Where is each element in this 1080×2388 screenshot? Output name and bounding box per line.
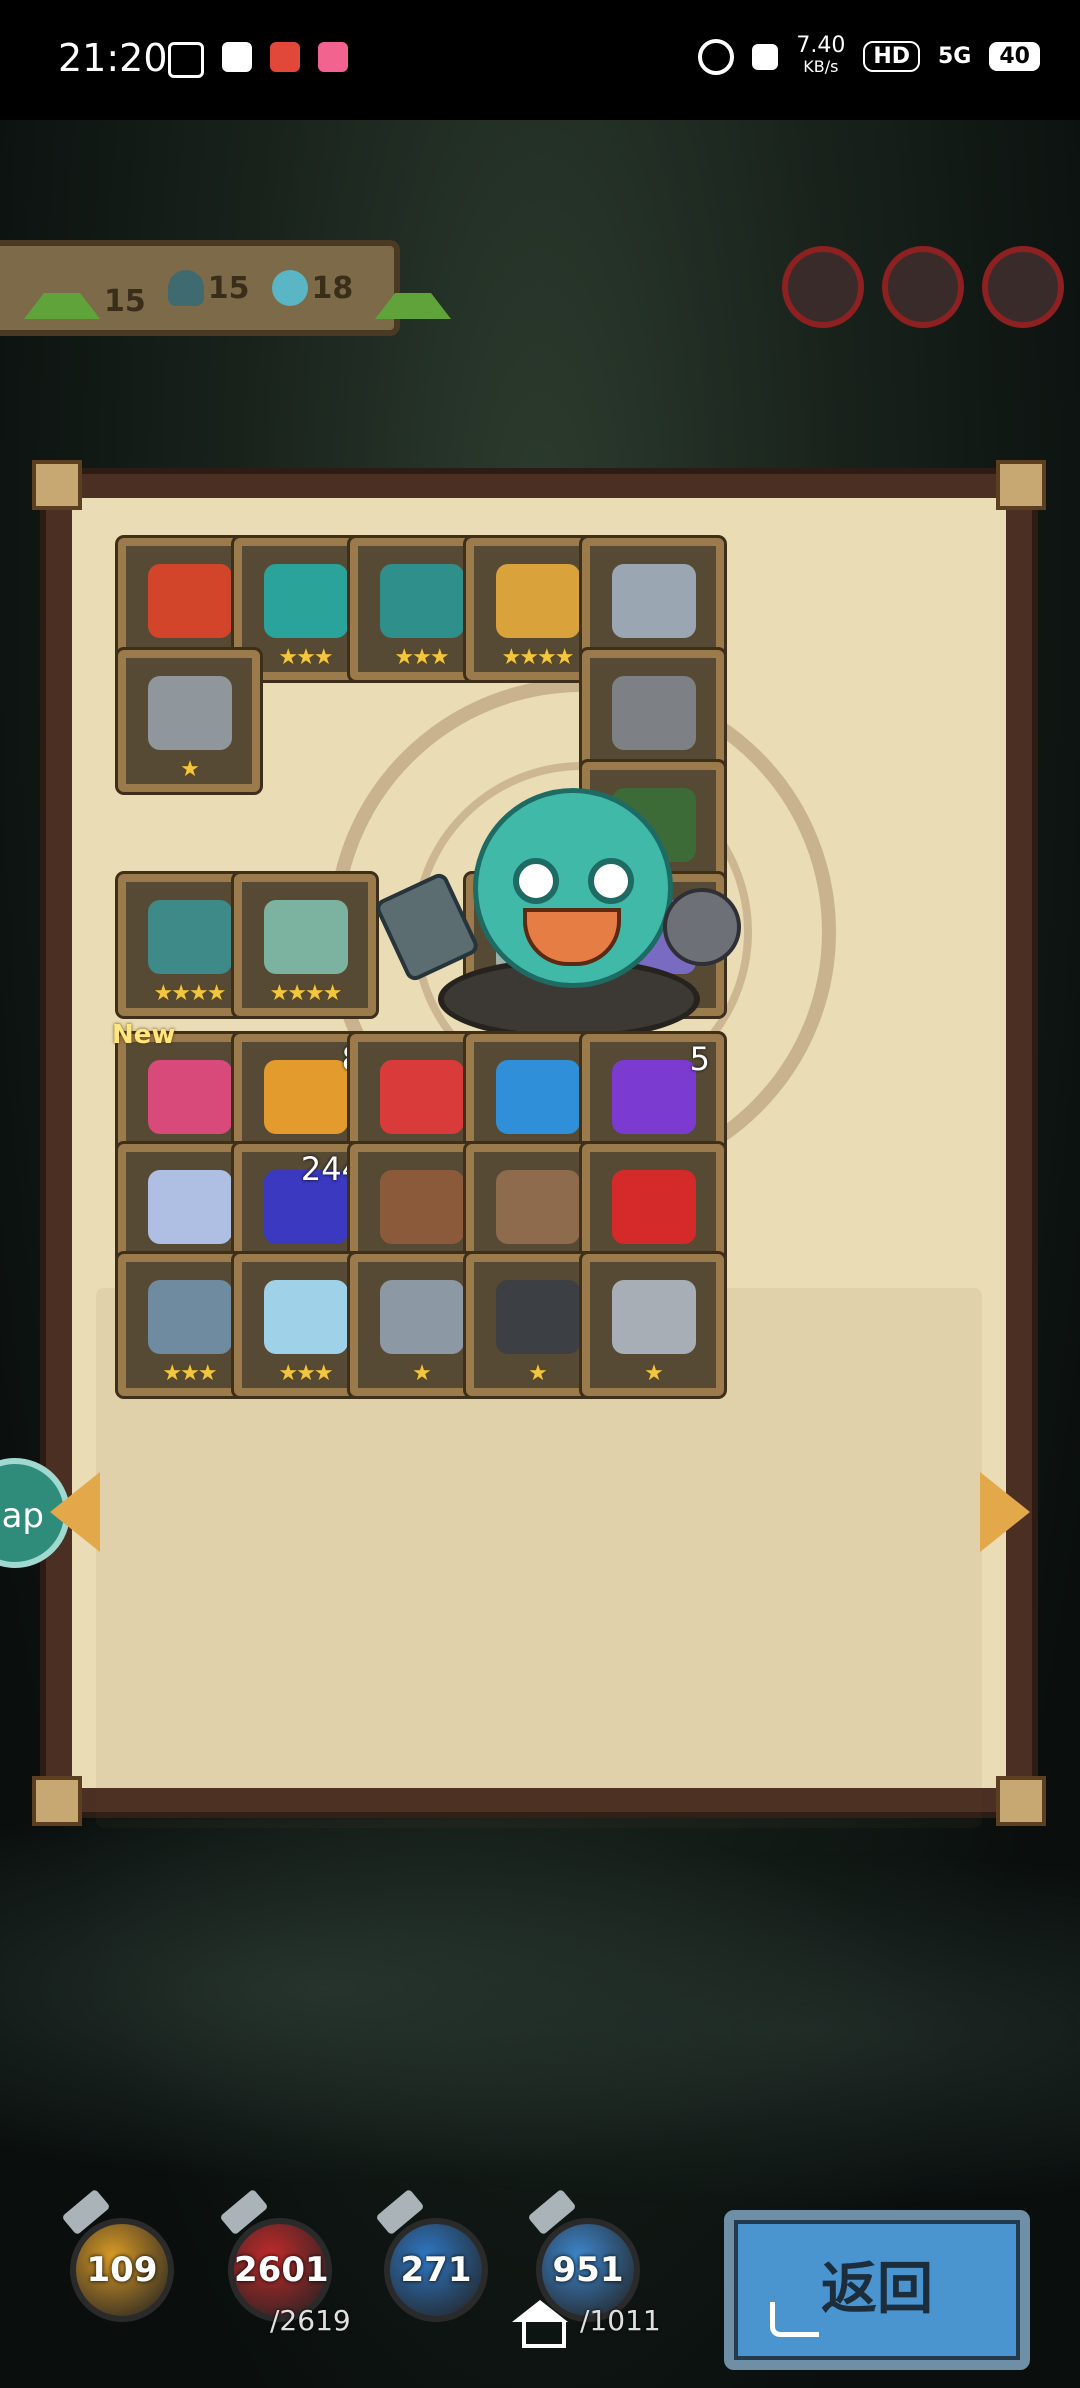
net-speed: 7.40 KB/s bbox=[796, 33, 846, 77]
steel-glove-icon bbox=[612, 1280, 696, 1354]
star-rating: ★ bbox=[644, 1361, 664, 1386]
game-app-icon bbox=[270, 42, 300, 72]
back-label: 返回 bbox=[821, 2257, 933, 2322]
status-app-icons bbox=[168, 42, 348, 78]
arrow-up-icon bbox=[375, 257, 452, 319]
equipment-slot[interactable]: ★★★★ bbox=[234, 874, 376, 1016]
ice-crystal-icon bbox=[264, 1280, 348, 1354]
alarm-icon bbox=[698, 38, 735, 75]
glove-icon bbox=[148, 564, 232, 638]
return-icon bbox=[770, 2302, 819, 2337]
goblin-badge-icon[interactable] bbox=[882, 246, 964, 328]
tv-icon bbox=[168, 42, 204, 78]
counter-upgrade: 15 bbox=[24, 257, 146, 319]
rainbow-gem-icon bbox=[148, 1060, 232, 1134]
map-icon bbox=[264, 900, 348, 974]
pet-eye-left bbox=[513, 858, 559, 904]
panel-parchment: ★★★★★★★★★★★★★★★★★★★★★★★★★★★★★★★★★★★★★★★ … bbox=[72, 498, 1006, 1828]
ring-icon bbox=[612, 564, 696, 638]
star-rating: ★★★★ bbox=[269, 981, 343, 1006]
bag-item-slot[interactable]: ★ bbox=[582, 1254, 724, 1396]
status-time: 21:20 bbox=[58, 36, 168, 80]
next-page-arrow-icon[interactable] bbox=[980, 1472, 1030, 1552]
ruby-icon bbox=[612, 1170, 696, 1244]
status-bar: 21:20 7.40 KB/s HD 5G 40 bbox=[0, 0, 1080, 120]
ring-icon bbox=[148, 676, 232, 750]
item-count: 5 bbox=[689, 1040, 710, 1078]
chest-badge-icon[interactable] bbox=[782, 246, 864, 328]
equipment-panel: ★★★★★★★★★★★★★★★★★★★★★★★★★★★★★★★★★★★★★★★ … bbox=[32, 460, 1046, 1828]
cloak-icon bbox=[264, 564, 348, 638]
red-crystal-icon bbox=[380, 1060, 464, 1134]
panel-corner bbox=[996, 460, 1046, 510]
mouse-pet-icon bbox=[663, 888, 741, 966]
top-badges bbox=[782, 246, 1064, 328]
new-badge: New bbox=[112, 1020, 176, 1050]
armor-icon bbox=[380, 1280, 464, 1354]
sword-icon bbox=[148, 1280, 232, 1354]
gauntlet-icon bbox=[496, 1170, 580, 1244]
slime-icon bbox=[271, 270, 308, 306]
counter-slime: 18 bbox=[271, 270, 353, 306]
signal-5g: 5G bbox=[938, 44, 972, 69]
vase-icon bbox=[380, 1170, 464, 1244]
back-button[interactable]: 返回 bbox=[724, 2210, 1030, 2370]
dark-armor-icon bbox=[496, 1280, 580, 1354]
prev-page-arrow-icon[interactable] bbox=[50, 1472, 100, 1552]
panel-corner bbox=[32, 460, 82, 510]
propeller-hat-icon bbox=[380, 564, 464, 638]
mug-icon bbox=[148, 900, 232, 974]
lantern-icon bbox=[496, 564, 580, 638]
hd-badge: HD bbox=[863, 41, 920, 72]
panel-corner bbox=[32, 1776, 82, 1826]
skull-ring-icon bbox=[612, 676, 696, 750]
pet-eye-right bbox=[588, 858, 634, 904]
stat-energy-max: /1011 bbox=[580, 2304, 661, 2337]
stat-hp-max: /2619 bbox=[270, 2304, 351, 2337]
pet-character[interactable] bbox=[373, 768, 741, 1040]
star-rating: ★ bbox=[180, 757, 200, 782]
purple-crystal-icon bbox=[612, 1060, 696, 1134]
blue-gem-icon bbox=[148, 1170, 232, 1244]
forest-trees bbox=[0, 1820, 1080, 2240]
bilibili-icon bbox=[318, 42, 348, 72]
panel-corner bbox=[996, 1776, 1046, 1826]
status-right: 7.40 KB/s HD 5G 40 bbox=[698, 33, 1040, 77]
stat-gold[interactable]: 109 bbox=[61, 2188, 174, 2322]
arrow-up-icon bbox=[24, 257, 100, 319]
counter-upgrade-2[interactable] bbox=[375, 257, 452, 319]
tap-icon bbox=[222, 42, 252, 72]
dragon-icon bbox=[167, 270, 204, 306]
amber-crystal-icon bbox=[264, 1060, 348, 1134]
blue-crystal-icon bbox=[496, 1060, 580, 1134]
counter-dragon: 15 bbox=[167, 270, 250, 306]
mute-icon bbox=[752, 43, 779, 70]
stat-mana[interactable]: 271 bbox=[375, 2188, 488, 2322]
equipment-slot[interactable]: ★ bbox=[118, 650, 260, 792]
monster-badge-icon[interactable] bbox=[982, 246, 1064, 328]
upgrade-counters: 15 15 18 bbox=[0, 240, 452, 336]
home-icon bbox=[512, 2300, 568, 2348]
battery-icon: 40 bbox=[989, 42, 1040, 71]
